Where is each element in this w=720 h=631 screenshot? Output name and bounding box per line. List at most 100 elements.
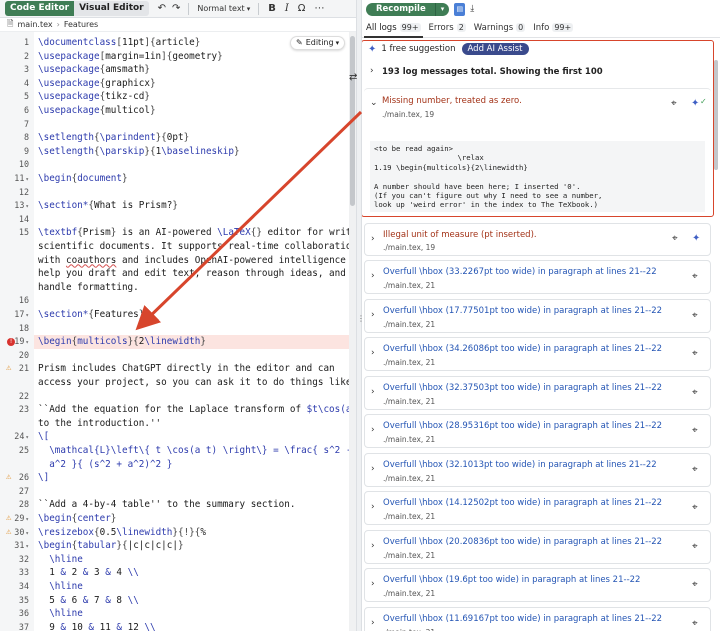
warning-marker-icon[interactable]: ⚠ [6, 362, 11, 376]
code-line[interactable]: \usepackage{tikz-cd} [38, 90, 150, 104]
log-file[interactable]: ./main.tex, 21 [383, 551, 435, 560]
visual-editor-button[interactable]: Visual Editor [74, 1, 149, 16]
collapse-arrow-icon[interactable]: ⇄ [349, 72, 361, 96]
code-line[interactable]: ``Add a 4-by-4 table'' to the summary se… [38, 498, 295, 512]
add-ai-assist-button[interactable]: Add AI Assist [461, 43, 529, 55]
redo-icon[interactable]: ↷ [172, 3, 180, 14]
code-line[interactable]: \usepackage[margin=1in]{geometry} [38, 50, 223, 64]
code-line[interactable]: \usepackage{graphicx} [38, 77, 156, 91]
recompile-options-chevron-icon[interactable]: ▾ [434, 2, 450, 16]
code-line[interactable]: with coauthors and includes OpenAI-power… [38, 254, 356, 268]
log-file[interactable]: ./main.tex, 21 [383, 358, 435, 367]
log-summary-row[interactable]: › 193 log messages total. Showing the fi… [364, 60, 711, 84]
recompile-button[interactable]: Recompile [366, 2, 435, 16]
fold-chevron-icon[interactable]: ▾ [25, 339, 29, 346]
editing-mode-badge[interactable]: ✎ Editing ▾ [290, 36, 346, 50]
code-line[interactable]: 1 & 2 & 3 & 4 \\ [38, 566, 139, 580]
code-line[interactable]: 9 & 10 & 11 & 12 \\ [38, 621, 155, 631]
log-entry-warning[interactable]: › Overfull \hbox (17.77501pt too wide) in… [364, 298, 711, 333]
code-line[interactable]: \[ [38, 430, 49, 444]
fold-chevron-icon[interactable]: ▾ [25, 312, 29, 319]
bold-button[interactable]: B [268, 3, 276, 14]
locate-target-icon[interactable]: ⌖ [671, 98, 677, 109]
italic-button[interactable]: I [285, 3, 289, 14]
tab-warnings[interactable]: Warnings 0 [474, 23, 526, 33]
locate-target-icon[interactable]: ⌖ [692, 464, 698, 475]
breadcrumb-section[interactable]: Features [64, 20, 98, 29]
tab-errors[interactable]: Errors 2 [429, 23, 466, 33]
ai-fix-sparkle-icon[interactable]: ✦ [692, 233, 700, 244]
log-file[interactable]: ./main.tex, 21 [383, 589, 435, 598]
log-file[interactable]: ./main.tex, 19 [382, 110, 434, 119]
log-file[interactable]: ./main.tex, 21 [383, 628, 435, 631]
code-line[interactable]: help you draft and edit text, reason thr… [38, 267, 346, 281]
locate-target-icon[interactable]: ⌖ [692, 618, 698, 629]
log-entry-warning[interactable]: › Overfull \hbox (32.1013pt too wide) in … [364, 452, 711, 487]
code-line[interactable]: \documentclass[11pt]{article} [38, 36, 200, 50]
log-entry-error[interactable]: › Illegal unit of measure (pt inserted).… [364, 223, 711, 256]
breadcrumb-file[interactable]: main.tex [17, 20, 52, 29]
code-editor[interactable]: 1 2 3 4 5 6 7 8 9 10 11▾ 12 13▾ 14 15 16 17▾ 18! 19▾ 20 ⚠ 21 2… [0, 32, 356, 631]
tab-info[interactable]: Info 99+ [533, 23, 574, 33]
locate-target-icon[interactable]: ⌖ [692, 425, 698, 436]
code-line[interactable]: to the introduction.'' [38, 417, 161, 431]
code-line[interactable]: \setlength{\parindent}{0pt} [38, 131, 189, 145]
code-line[interactable]: \setlength{\parskip}{1\baselineskip} [38, 145, 240, 159]
code-line[interactable]: \usepackage{multicol} [38, 104, 156, 118]
chevron-down-icon[interactable]: ⌄ [370, 98, 378, 108]
fold-chevron-icon[interactable]: ▾ [25, 530, 29, 537]
code-line[interactable]: a^2 }{ (s^2 + a^2)^2 } [38, 458, 172, 472]
code-line[interactable]: \textbf{Prism} is an AI-powered \LaTeX{}… [38, 226, 356, 240]
more-icon[interactable]: ⋯ [314, 3, 324, 14]
code-line[interactable]: ``Add the equation for the Laplace trans… [38, 403, 356, 417]
log-entry-warning[interactable]: › Overfull \hbox (19.6pt too wide) in par… [364, 568, 711, 602]
warning-marker-icon[interactable]: ⚠ [6, 512, 11, 526]
fold-chevron-icon[interactable]: ▾ [25, 176, 29, 183]
log-entry-warning[interactable]: › Overfull \hbox (20.20836pt too wide) in… [364, 529, 711, 564]
log-entry-warning[interactable]: › Overfull \hbox (14.12502pt too wide) in… [364, 491, 711, 525]
code-line[interactable]: \section*{What is Prism?} [38, 199, 178, 213]
code-line[interactable]: \section*{Features} [38, 308, 144, 322]
log-entry-warning[interactable]: › Overfull \hbox (33.2267pt too wide) in … [364, 260, 711, 294]
warning-marker-icon[interactable]: ⚠ [6, 471, 11, 485]
code-line[interactable]: \hline [38, 553, 83, 567]
log-file[interactable]: ./main.tex, 21 [383, 397, 435, 406]
tab-all-logs[interactable]: All logs 99+ [364, 23, 423, 38]
code-line[interactable]: \begin{multicols}{2\linewidth} [34, 335, 349, 349]
undo-icon[interactable]: ↶ [158, 3, 166, 14]
code-line[interactable]: \begin{document} [38, 172, 128, 186]
ai-fix-sparkle-icon[interactable]: ✦ [691, 98, 699, 109]
log-file[interactable]: ./main.tex, 21 [383, 474, 435, 483]
locate-target-icon[interactable]: ⌖ [692, 310, 698, 321]
log-entry-warning[interactable]: › Overfull \hbox (34.26086pt too wide) in… [364, 337, 711, 371]
code-editor-button[interactable]: Code Editor [5, 1, 75, 16]
log-entry-warning[interactable]: › Overfull \hbox (32.37503pt too wide) in… [364, 375, 711, 410]
code-line[interactable]: \resizebox{0.5\linewidth}{!}{% [38, 526, 206, 540]
log-entry-warning[interactable]: › Overfull \hbox (28.95316pt too wide) in… [364, 414, 711, 448]
code-line[interactable]: \hline [38, 580, 83, 594]
download-icon[interactable]: ⤓ [470, 4, 474, 14]
log-file[interactable]: ./main.tex, 21 [383, 281, 435, 290]
warning-marker-icon[interactable]: ⚠ [6, 526, 11, 540]
locate-target-icon[interactable]: ⌖ [692, 387, 698, 398]
fold-chevron-icon[interactable]: ▾ [25, 203, 29, 210]
log-entry-warning[interactable]: › Overfull \hbox (11.69167pt too wide) in… [364, 606, 711, 631]
log-file[interactable]: ./main.tex, 19 [383, 243, 435, 252]
code-line[interactable]: handle formatting. [38, 281, 139, 295]
locate-target-icon[interactable]: ⌖ [692, 271, 698, 282]
editor-scroll-thumb[interactable] [350, 36, 355, 206]
log-file[interactable]: ./main.tex, 21 [383, 435, 435, 444]
code-line[interactable]: \hline [38, 607, 83, 621]
locate-target-icon[interactable]: ⌖ [692, 348, 698, 359]
code-line[interactable]: 5 & 6 & 7 & 8 \\ [38, 594, 139, 608]
code-line[interactable]: Prism includes ChatGPT directly in the e… [38, 362, 335, 376]
logs-scroll-thumb[interactable] [714, 60, 718, 170]
log-file[interactable]: ./main.tex, 21 [383, 512, 435, 521]
text-style-dropdown[interactable]: Normal text ▾ [197, 4, 250, 13]
locate-target-icon[interactable]: ⌖ [692, 502, 698, 513]
log-file[interactable]: ./main.tex, 21 [383, 320, 435, 329]
code-line[interactable]: \usepackage{amsmath} [38, 63, 150, 77]
code-line[interactable]: \begin{center} [38, 512, 116, 526]
pdf-file-icon[interactable]: ▤ [454, 2, 466, 16]
code-line[interactable]: access your project, so you can ask it t… [38, 376, 356, 390]
